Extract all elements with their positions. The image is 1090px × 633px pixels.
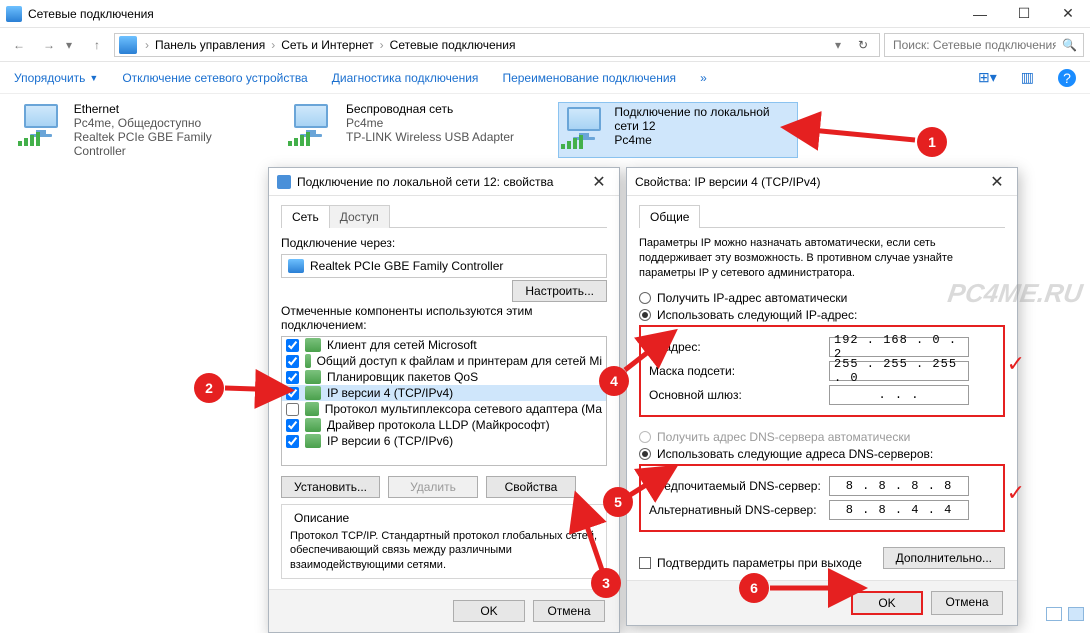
folder-icon: [119, 36, 137, 54]
window-title: Сетевые подключения: [28, 7, 958, 21]
checkmark-icon: ✓: [1007, 351, 1025, 377]
component-icon: [305, 386, 321, 400]
list-item: Общий доступ к файлам и принтерам для се…: [282, 353, 606, 369]
list-item-ipv4: IP версии 4 (TCP/IPv4): [282, 385, 606, 401]
status-bar: [1046, 603, 1084, 625]
component-icon: [305, 434, 321, 448]
title-bar: Сетевые подключения — ☐ ✕: [0, 0, 1090, 28]
search-input[interactable]: [891, 37, 1058, 53]
close-icon[interactable]: ✕: [587, 172, 611, 192]
search-icon: 🔍: [1062, 38, 1077, 52]
list-item: Протокол мультиплексора сетевого адаптер…: [282, 401, 606, 417]
ip-section-highlight: IP-адрес:192 . 168 . 0 . 2 Маска подсети…: [639, 325, 1005, 417]
crumb-1[interactable]: Сеть и Интернет: [279, 38, 375, 52]
tab-general[interactable]: Общие: [639, 205, 700, 228]
toolbar-diagnose[interactable]: Диагностика подключения: [332, 71, 479, 85]
dialog-connection-properties: Подключение по локальной сети 12: свойст…: [268, 167, 620, 633]
address-bar: ← → ▾ ↑ › Панель управления › Сеть и Инт…: [0, 28, 1090, 62]
mask-input[interactable]: 255 . 255 . 255 . 0: [829, 361, 969, 381]
remove-button: Удалить: [388, 476, 478, 498]
app-icon: [6, 6, 22, 22]
components-label: Отмеченные компоненты используются этим …: [281, 304, 607, 332]
dialog-ipv4-properties: Свойства: IP версии 4 (TCP/IPv4) ✕ Общие…: [626, 167, 1018, 626]
components-list[interactable]: Клиент для сетей Microsoft Общий доступ …: [281, 336, 607, 466]
radio-ip-auto[interactable]: Получить IP-адрес автоматически: [639, 291, 1005, 305]
dns1-input[interactable]: 8 . 8 . 8 . 8: [829, 476, 969, 496]
radio-dns-auto: Получить адрес DNS-сервера автоматически: [639, 430, 1005, 444]
ok-button[interactable]: OK: [453, 600, 525, 622]
view-large-icon[interactable]: [1068, 607, 1084, 621]
checkmark-icon: ✓: [1007, 480, 1025, 506]
connection-ethernet[interactable]: Ethernet Pc4me, Общедоступно Realtek PCI…: [18, 102, 258, 158]
connection-icon: [561, 105, 604, 149]
adapter-field: Realtek PCIe GBE Family Controller: [281, 254, 607, 278]
dialog-title: Подключение по локальной сети 12: свойст…: [297, 175, 553, 189]
connect-via-label: Подключение через:: [281, 236, 607, 250]
list-item: IP версии 6 (TCP/IPv6): [282, 433, 606, 449]
cancel-button[interactable]: Отмена: [931, 591, 1003, 615]
dns2-input[interactable]: 8 . 8 . 4 . 4: [829, 500, 969, 520]
ok-button[interactable]: OK: [851, 591, 923, 615]
svg-text:2: 2: [205, 380, 213, 396]
component-icon: [305, 418, 321, 432]
toolbar: Упорядочить ▼ Отключение сетевого устрой…: [0, 62, 1090, 94]
gateway-input[interactable]: . . .: [829, 385, 969, 405]
toolbar-rename[interactable]: Переименование подключения: [502, 71, 676, 85]
nav-forward-icon[interactable]: →: [36, 32, 62, 58]
component-icon: [305, 402, 319, 416]
maximize-button[interactable]: ☐: [1002, 0, 1046, 28]
search-box[interactable]: 🔍: [884, 33, 1084, 57]
refresh-icon[interactable]: ↻: [851, 38, 875, 52]
component-icon: [305, 338, 321, 352]
help-icon[interactable]: ?: [1058, 69, 1076, 87]
connection-wireless[interactable]: Беспроводная сеть Pc4me TP-LINK Wireless…: [288, 102, 528, 158]
adapter-icon: [288, 259, 304, 273]
close-button[interactable]: ✕: [1046, 0, 1090, 28]
connection-icon: [18, 102, 64, 146]
close-icon[interactable]: ✕: [985, 172, 1009, 192]
connection-local-12[interactable]: Подключение по локальной сети 12 Pc4me: [558, 102, 798, 158]
radio-ip-manual[interactable]: Использовать следующий IP-адрес:: [639, 308, 1005, 322]
nav-up-icon[interactable]: ↑: [84, 32, 110, 58]
install-button[interactable]: Установить...: [281, 476, 380, 498]
properties-button[interactable]: Свойства: [486, 476, 576, 498]
connection-icon: [288, 102, 336, 146]
list-item: Планировщик пакетов QoS: [282, 369, 606, 385]
view-icon[interactable]: ⊞▾: [978, 69, 997, 86]
component-icon: [305, 354, 311, 368]
confirm-checkbox[interactable]: Подтвердить параметры при выходе: [639, 556, 862, 570]
window-buttons: — ☐ ✕: [958, 0, 1090, 28]
crumb-2[interactable]: Сетевые подключения: [388, 38, 518, 52]
radio-dns-manual[interactable]: Использовать следующие адреса DNS-сервер…: [639, 447, 1005, 461]
view-details-icon[interactable]: [1046, 607, 1062, 621]
toolbar-disable[interactable]: Отключение сетевого устройства: [122, 71, 307, 85]
component-icon: [305, 370, 321, 384]
minimize-button[interactable]: —: [958, 0, 1002, 28]
breadcrumb[interactable]: › Панель управления › Сеть и Интернет › …: [114, 33, 880, 57]
tab-network[interactable]: Сеть: [281, 205, 330, 228]
description-box: Описание Протокол TCP/IP. Стандартный пр…: [281, 504, 607, 579]
dialog-icon: [277, 175, 291, 189]
nav-history-icon[interactable]: ▾: [66, 38, 80, 52]
nav-back-icon[interactable]: ←: [6, 32, 32, 58]
pane-icon[interactable]: ▥: [1021, 69, 1034, 86]
configure-button[interactable]: Настроить...: [512, 280, 607, 302]
tab-access[interactable]: Доступ: [329, 205, 390, 228]
connections-list: Ethernet Pc4me, Общедоступно Realtek PCI…: [0, 94, 1090, 166]
list-item: Драйвер протокола LLDP (Майкрософт): [282, 417, 606, 433]
list-item: Клиент для сетей Microsoft: [282, 337, 606, 353]
dialog-title: Свойства: IP версии 4 (TCP/IPv4): [635, 175, 821, 189]
cancel-button[interactable]: Отмена: [533, 600, 605, 622]
crumb-0[interactable]: Панель управления: [153, 38, 267, 52]
toolbar-organize[interactable]: Упорядочить ▼: [14, 71, 98, 85]
dns-section-highlight: Предпочитаемый DNS-сервер:8 . 8 . 8 . 8 …: [639, 464, 1005, 532]
intro-text: Параметры IP можно назначать автоматичес…: [639, 236, 1005, 281]
advanced-button[interactable]: Дополнительно...: [883, 547, 1005, 569]
toolbar-overflow[interactable]: »: [700, 71, 707, 85]
ip-input[interactable]: 192 . 168 . 0 . 2: [829, 337, 969, 357]
